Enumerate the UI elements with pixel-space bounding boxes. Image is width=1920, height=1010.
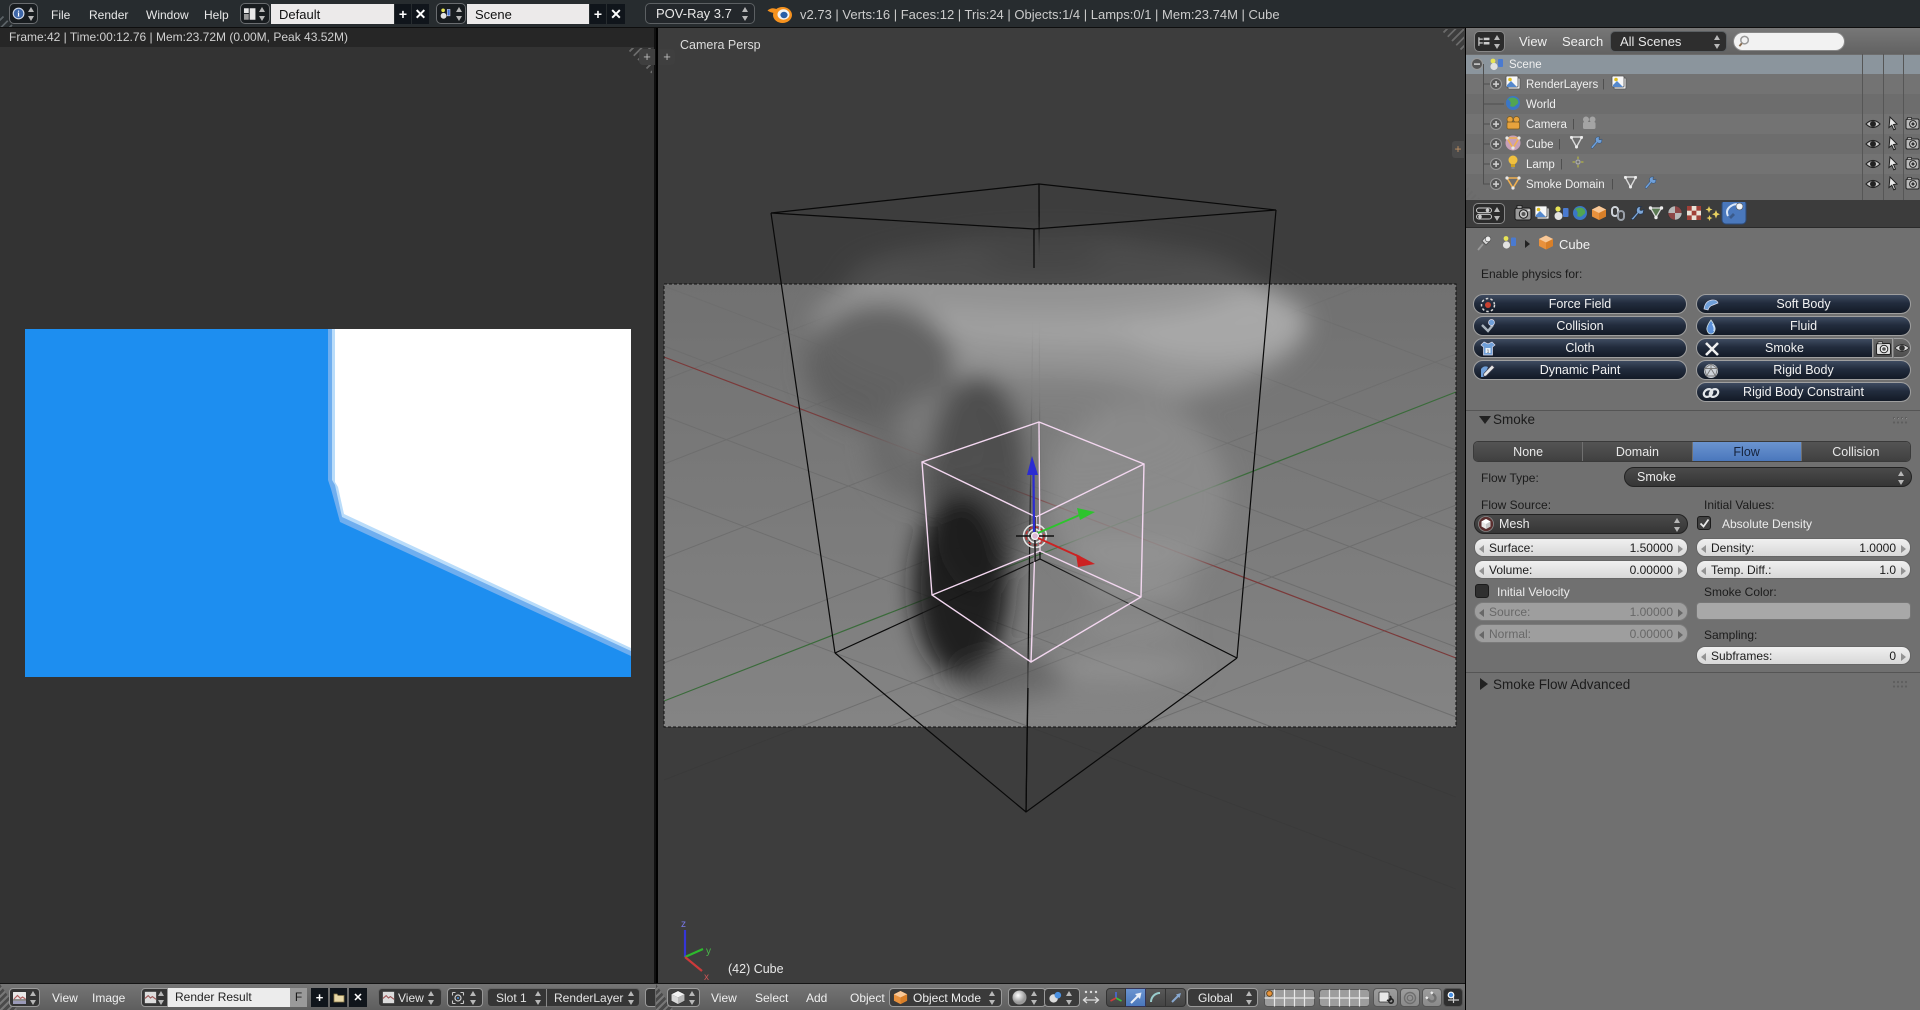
- svg-text:Smoke Domain: Smoke Domain: [1526, 179, 1605, 191]
- svg-text:y: y: [706, 946, 711, 957]
- svg-text:z: z: [681, 919, 686, 930]
- svg-text:|: |: [1572, 118, 1575, 130]
- svg-text:|: |: [1602, 78, 1605, 90]
- svg-text:|: |: [1560, 158, 1563, 170]
- svg-text:Camera Persp: Camera Persp: [680, 38, 761, 52]
- svg-text:RenderLayers: RenderLayers: [1526, 79, 1598, 91]
- svg-text:World: World: [1526, 99, 1556, 111]
- svg-text:Scene: Scene: [1509, 59, 1542, 71]
- svg-text:Lamp: Lamp: [1526, 159, 1555, 171]
- svg-text:(42) Cube: (42) Cube: [728, 962, 784, 976]
- svg-text:|: |: [1611, 178, 1614, 190]
- svg-text:|: |: [1558, 138, 1561, 150]
- svg-text:Cube: Cube: [1526, 139, 1554, 151]
- svg-text:Camera: Camera: [1526, 119, 1568, 131]
- svg-text:x: x: [704, 972, 709, 983]
